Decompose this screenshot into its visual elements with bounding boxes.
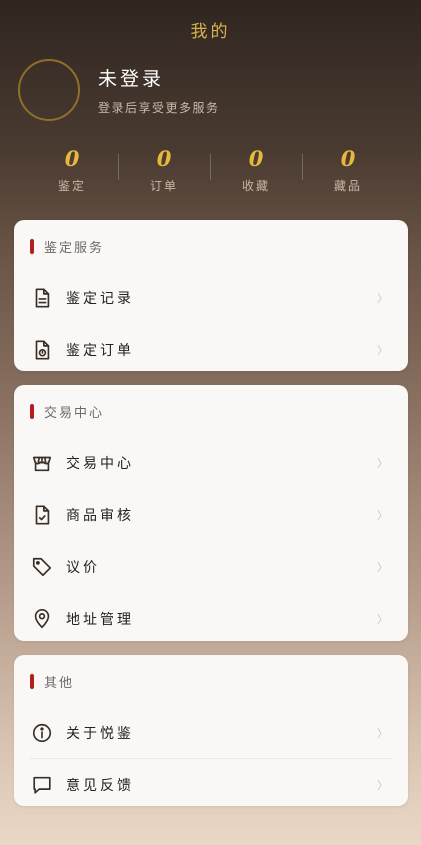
stat-collection[interactable]: 0 藏品	[302, 144, 394, 196]
stat-orders[interactable]: 0 订单	[118, 144, 210, 196]
section-title: 鉴定服务	[44, 240, 105, 256]
menu-item-label: 关于悦鉴	[66, 726, 134, 742]
page-title: 我的	[190, 21, 231, 42]
menu-item-appraisal-orders[interactable]: 鉴定订单 〉	[14, 324, 408, 376]
menu-item-label: 交易中心	[66, 456, 134, 472]
chevron-right-icon: 〉	[377, 457, 388, 470]
other-card: 其他 关于悦鉴 〉 意见反馈 〉	[14, 655, 408, 806]
document-seal-icon	[30, 338, 54, 362]
chevron-right-icon: 〉	[377, 613, 388, 626]
stat-value: 0	[340, 146, 356, 171]
menu-item-feedback[interactable]: 意见反馈 〉	[14, 759, 408, 811]
stat-appraisal[interactable]: 0 鉴定	[26, 144, 118, 196]
menu-item-about[interactable]: 关于悦鉴 〉	[14, 707, 408, 759]
chevron-right-icon: 〉	[377, 344, 388, 357]
login-hint: 登录后享受更多服务	[98, 101, 220, 115]
chat-bubble-icon	[30, 773, 54, 797]
appraisal-services-card: 鉴定服务 鉴定记录 〉 鉴定订单 〉	[14, 220, 408, 371]
section-header: 交易中心	[14, 385, 408, 437]
stat-value: 0	[248, 146, 264, 171]
chevron-right-icon: 〉	[377, 779, 388, 792]
tag-icon	[30, 555, 54, 579]
menu-item-label: 商品审核	[66, 508, 134, 524]
menu-item-trade-center[interactable]: 交易中心 〉	[14, 437, 408, 489]
stat-label: 订单	[149, 179, 178, 193]
stat-value: 0	[156, 146, 172, 171]
avatar[interactable]	[18, 59, 80, 121]
chevron-right-icon: 〉	[377, 561, 388, 574]
section-header: 鉴定服务	[14, 220, 408, 272]
stat-label: 收藏	[241, 179, 270, 193]
menu-item-appraisal-records[interactable]: 鉴定记录 〉	[14, 272, 408, 324]
menu-item-label: 鉴定记录	[66, 291, 134, 307]
section-title: 其他	[44, 675, 75, 691]
section-marker	[30, 238, 34, 254]
trade-center-card: 交易中心 交易中心 〉 商品审核 〉 议价 〉 地址管理 〉	[14, 385, 408, 641]
stat-label: 藏品	[333, 179, 362, 193]
stat-favorites[interactable]: 0 收藏	[210, 144, 302, 196]
menu-item-address-management[interactable]: 地址管理 〉	[14, 593, 408, 645]
menu-item-label: 意见反馈	[66, 778, 134, 794]
section-marker	[30, 673, 34, 689]
chevron-right-icon: 〉	[377, 292, 388, 305]
stat-label: 鉴定	[57, 179, 86, 193]
menu-item-label: 地址管理	[66, 612, 134, 628]
shop-icon	[30, 451, 54, 475]
chevron-right-icon: 〉	[377, 727, 388, 740]
stats-bar: 0 鉴定 0 订单 0 收藏 0 藏品	[26, 144, 394, 196]
info-icon	[30, 721, 54, 745]
menu-item-product-review[interactable]: 商品审核 〉	[14, 489, 408, 541]
profile-section[interactable]: 未登录 登录后享受更多服务	[18, 56, 403, 124]
section-marker	[30, 403, 34, 419]
document-check-icon	[30, 503, 54, 527]
section-header: 其他	[14, 655, 408, 707]
menu-item-label: 议价	[66, 560, 100, 576]
section-title: 交易中心	[44, 405, 105, 421]
document-lines-icon	[30, 286, 54, 310]
login-status[interactable]: 未登录	[98, 64, 220, 91]
menu-item-bargaining[interactable]: 议价 〉	[14, 541, 408, 593]
chevron-right-icon: 〉	[377, 509, 388, 522]
menu-item-label: 鉴定订单	[66, 343, 134, 359]
stat-value: 0	[64, 146, 80, 171]
top-bar: 我的	[0, 0, 421, 58]
location-pin-icon	[30, 607, 54, 631]
